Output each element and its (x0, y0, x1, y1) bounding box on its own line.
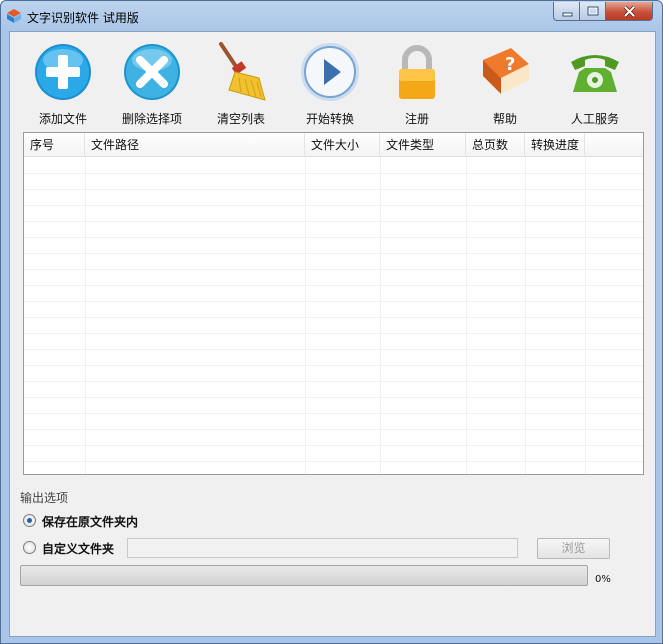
telephone-icon (571, 55, 619, 92)
clear-list-button[interactable]: 清空列表 (201, 36, 281, 126)
register-label: 注册 (404, 112, 429, 126)
save-source-folder-label[interactable]: 保存在原文件夹内 (42, 513, 138, 530)
custom-folder-label[interactable]: 自定义文件夹 (42, 540, 114, 557)
broom-icon (219, 42, 266, 101)
grid-row-line (24, 301, 643, 302)
file-list-header: 序号 文件路径 文件大小 文件类型 总页数 转换进度 (24, 133, 643, 157)
register-button[interactable]: 注册 (377, 36, 457, 126)
human-service-button[interactable]: 人工服务 (555, 36, 635, 126)
grid-row-line (24, 461, 643, 462)
save-source-folder-radio[interactable] (23, 514, 36, 527)
column-header-size[interactable]: 文件大小 (305, 133, 380, 157)
title-bar[interactable]: 文字识别软件 试用版 (1, 1, 662, 31)
app-logo-icon (7, 9, 21, 23)
add-plus-icon (35, 44, 91, 100)
minimize-icon (562, 12, 573, 17)
start-convert-label: 开始转换 (305, 112, 354, 126)
delete-selected-label: 删除选择项 (121, 112, 182, 126)
column-header-pages[interactable]: 总页数 (466, 133, 525, 157)
app-window: 文字识别软件 试用版 添加文件 删除选择项 清空列表 开始转换 注册 ? 帮助 … (0, 0, 663, 644)
grid-row-line (24, 269, 643, 270)
grid-row-line (24, 413, 643, 414)
help-book-icon: ? (483, 48, 529, 94)
clear-list-label: 清空列表 (216, 112, 265, 126)
grid-row-line (24, 397, 643, 398)
file-list-table[interactable]: 序号 文件路径 文件大小 文件类型 总页数 转换进度 (23, 132, 644, 475)
column-header-type[interactable]: 文件类型 (380, 133, 466, 157)
play-icon (301, 43, 359, 101)
column-header-path[interactable]: 文件路径 (85, 133, 305, 157)
add-file-label: 添加文件 (38, 112, 87, 126)
window-title: 文字识别软件 试用版 (27, 11, 139, 25)
grid-row-line (24, 221, 643, 222)
grid-row-line (24, 189, 643, 190)
custom-folder-radio[interactable] (23, 541, 36, 554)
browse-button[interactable]: 浏览 (537, 538, 610, 559)
help-button[interactable]: ? 帮助 (465, 36, 545, 126)
grid-row-line (24, 445, 643, 446)
grid-row-line (24, 173, 643, 174)
grid-row-line (24, 365, 643, 366)
close-icon (623, 5, 636, 18)
grid-row-line (24, 349, 643, 350)
progress-percent-text: 0% (595, 574, 611, 585)
add-file-button[interactable]: 添加文件 (23, 36, 103, 126)
column-header-progress[interactable]: 转换进度 (525, 133, 585, 157)
column-header-index[interactable]: 序号 (24, 133, 85, 157)
client-area: 添加文件 删除选择项 清空列表 开始转换 注册 ? 帮助 人工服务 序号 文件路… (9, 31, 656, 637)
file-list-body (24, 157, 643, 474)
grid-row-line (24, 429, 643, 430)
close-button[interactable] (606, 2, 653, 21)
grid-row-line (24, 317, 643, 318)
maximize-icon (587, 6, 599, 16)
maximize-button[interactable] (580, 2, 606, 21)
grid-row-line (24, 285, 643, 286)
conversion-progress-bar (20, 565, 588, 586)
svg-text:?: ? (505, 54, 515, 75)
start-convert-button[interactable]: 开始转换 (290, 36, 370, 126)
delete-x-icon (124, 44, 180, 100)
grid-row-line (24, 253, 643, 254)
custom-folder-path-input[interactable] (127, 538, 518, 558)
lock-icon (399, 45, 435, 99)
grid-row-line (24, 381, 643, 382)
output-options-label: 输出选项 (20, 491, 69, 505)
grid-row-line (24, 237, 643, 238)
grid-row-line (24, 205, 643, 206)
grid-row-line (24, 333, 643, 334)
human-service-label: 人工服务 (570, 112, 619, 126)
minimize-button[interactable] (553, 2, 580, 21)
delete-selected-button[interactable]: 删除选择项 (112, 36, 192, 126)
help-label: 帮助 (492, 112, 517, 126)
